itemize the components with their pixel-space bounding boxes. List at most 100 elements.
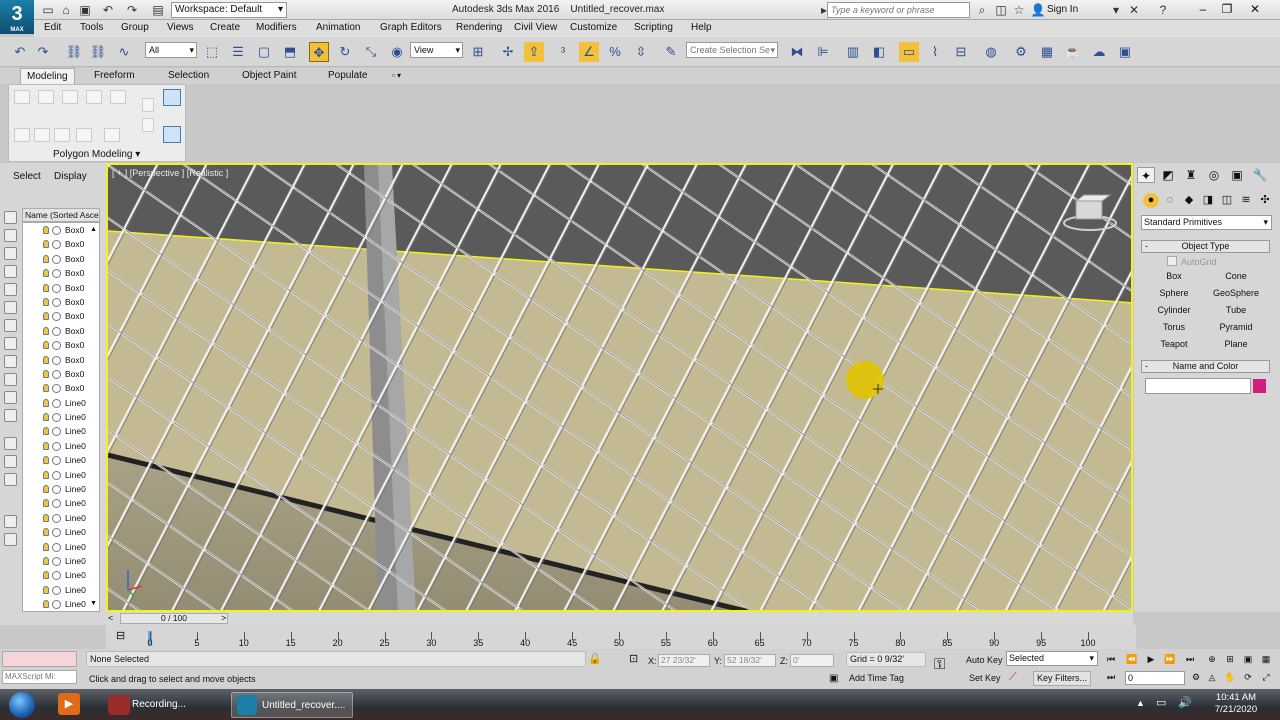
freeze-icon[interactable] <box>52 254 61 264</box>
rectangular-selection-icon[interactable]: ▢ <box>254 42 274 62</box>
primitive-type-dropdown[interactable]: Standard Primitives <box>1141 215 1272 230</box>
list-item[interactable]: Box0 <box>23 324 99 338</box>
light-bulb-icon[interactable] <box>43 470 49 479</box>
freeze-icon[interactable] <box>52 369 61 379</box>
list-item[interactable]: Line0 <box>23 540 99 554</box>
selection-filter-dropdown[interactable]: All <box>145 42 197 58</box>
list-item[interactable]: Box0 <box>23 381 99 395</box>
geometry-icon[interactable] <box>76 128 92 142</box>
toggle-ribbon-icon[interactable]: ▭ <box>899 42 919 62</box>
select-all-icon[interactable] <box>4 515 17 528</box>
menu-edit[interactable]: Edit <box>44 22 61 33</box>
cylinder-button[interactable]: Cylinder <box>1145 303 1203 318</box>
sphere-button[interactable]: Sphere <box>1145 286 1203 301</box>
freeze-icon[interactable] <box>52 240 61 250</box>
display-xrefs-icon[interactable] <box>4 355 17 368</box>
list-scroll-up-icon[interactable]: ▲ <box>90 226 98 236</box>
freeze-icon[interactable] <box>52 355 61 365</box>
tab-modeling[interactable]: Modeling <box>20 68 75 84</box>
display-cameras-icon[interactable] <box>4 283 17 296</box>
windows-start-button[interactable] <box>4 690 40 718</box>
edge-icon[interactable] <box>38 90 54 104</box>
menu-tools[interactable]: Tools <box>80 22 103 33</box>
freeze-icon[interactable] <box>52 384 61 394</box>
light-bulb-icon[interactable] <box>43 542 49 551</box>
light-bulb-icon[interactable] <box>43 427 49 436</box>
freeze-icon[interactable] <box>52 326 61 336</box>
keyboard-shortcut-override-icon[interactable]: ⇪ <box>524 42 544 62</box>
light-bulb-icon[interactable] <box>43 355 49 364</box>
mirror-icon[interactable]: ⧓ <box>787 42 807 62</box>
polygon-modeling-panel-label[interactable]: Polygon Modeling ▾ <box>53 149 140 160</box>
lights-category-icon[interactable]: ◆ <box>1181 193 1197 208</box>
sign-in-link[interactable]: Sign In <box>1047 4 1078 15</box>
schematic-view-icon[interactable]: ⊟ <box>951 42 971 62</box>
freeze-icon[interactable] <box>52 413 61 423</box>
light-bulb-icon[interactable] <box>43 240 49 249</box>
menu-civil-view[interactable]: Civil View <box>514 22 557 33</box>
light-bulb-icon[interactable] <box>43 456 49 465</box>
viewport-label-menu[interactable]: [ + ] [Perspective ] [Realistic ] <box>112 168 228 178</box>
teapot-button[interactable]: Teapot <box>1145 337 1203 352</box>
menu-group[interactable]: Group <box>121 22 149 33</box>
pivot-center-icon[interactable]: ⊞ <box>468 42 488 62</box>
display-helpers-icon[interactable] <box>4 301 17 314</box>
edit-named-selection-icon[interactable]: ✎ <box>661 42 681 62</box>
scene-explorer-select-menu[interactable]: Select <box>13 171 41 182</box>
favorites-star-icon[interactable]: ☆ <box>1011 2 1027 18</box>
key-filter-curve-icon[interactable]: ⟋ <box>1009 671 1017 684</box>
set-key-button[interactable]: Set Key <box>969 673 1001 683</box>
absolute-mode-icon[interactable]: ⊡ <box>629 652 638 665</box>
named-selection-dropdown[interactable]: Create Selection Se <box>686 42 778 58</box>
list-item[interactable]: Line0 <box>23 468 99 482</box>
menu-views[interactable]: Views <box>167 22 194 33</box>
tube-button[interactable]: Tube <box>1207 303 1265 318</box>
new-file-icon[interactable]: ▭ <box>40 2 56 18</box>
media-player-icon[interactable]: ▶ <box>58 693 80 715</box>
list-item[interactable]: Box0 <box>23 266 99 280</box>
field-of-view-icon[interactable]: ◬ <box>1204 671 1220 684</box>
hierarchy-tab-icon[interactable]: ♜ <box>1182 167 1200 183</box>
key-mode-toggle-icon[interactable]: ⏭ <box>1103 671 1119 684</box>
system-clock[interactable]: 10:41 AM 7/21/2020 <box>1208 692 1264 716</box>
undo-icon[interactable]: ↶ <box>100 2 116 18</box>
key-filters-button[interactable]: Key Filters... <box>1033 671 1091 686</box>
stack-down-icon[interactable] <box>142 118 154 132</box>
x-coord-field[interactable]: 27 23/32' <box>658 654 710 667</box>
time-slider-next-icon[interactable]: > <box>221 613 226 623</box>
light-bulb-icon[interactable] <box>43 341 49 350</box>
angle-snap-icon[interactable]: ∠ <box>579 42 599 62</box>
light-bulb-icon[interactable] <box>43 600 49 609</box>
freeze-icon[interactable] <box>52 441 61 451</box>
list-item[interactable]: Box0 <box>23 223 99 237</box>
tab-selection[interactable]: Selection <box>162 68 215 84</box>
rendered-frame-window-icon[interactable]: ▦ <box>1037 42 1057 62</box>
list-item[interactable]: Line0 <box>23 583 99 597</box>
network-icon[interactable]: ▭ <box>1156 696 1166 709</box>
subscription-icon[interactable]: ◫ <box>993 2 1009 18</box>
light-bulb-icon[interactable] <box>43 226 49 234</box>
time-configuration-icon[interactable]: ⚙ <box>1188 671 1204 684</box>
select-manipulate-icon[interactable]: ✢ <box>498 42 518 62</box>
redo-icon[interactable]: ↷ <box>124 2 140 18</box>
list-item[interactable]: Box0 <box>23 295 99 309</box>
freeze-icon[interactable] <box>52 269 61 279</box>
bind-space-warp-icon[interactable]: ∿ <box>114 42 134 62</box>
current-frame-input[interactable]: 0 <box>1125 671 1185 685</box>
ribbon-options-icon[interactable]: ▫ ▾ <box>386 68 407 84</box>
list-item[interactable]: Line0 <box>23 410 99 424</box>
menu-create[interactable]: Create <box>210 22 240 33</box>
align-icon[interactable]: ⊫ <box>813 42 833 62</box>
autogrid-checkbox[interactable]: AutoGrid <box>1167 256 1217 267</box>
list-item[interactable]: Line0 <box>23 554 99 568</box>
motion-tab-icon[interactable]: ◎ <box>1205 167 1223 183</box>
freeze-icon[interactable] <box>52 556 61 566</box>
light-bulb-icon[interactable] <box>43 441 49 450</box>
list-item[interactable]: Box0 <box>23 309 99 323</box>
select-and-rotate-icon[interactable]: ↻ <box>335 42 355 62</box>
y-coord-field[interactable]: 52 18/32' <box>724 654 776 667</box>
create-tab-icon[interactable]: ✦ <box>1137 167 1155 183</box>
reference-coordinate-dropdown[interactable]: View <box>410 42 463 58</box>
light-bulb-icon[interactable] <box>43 283 49 292</box>
menu-animation[interactable]: Animation <box>316 22 360 33</box>
